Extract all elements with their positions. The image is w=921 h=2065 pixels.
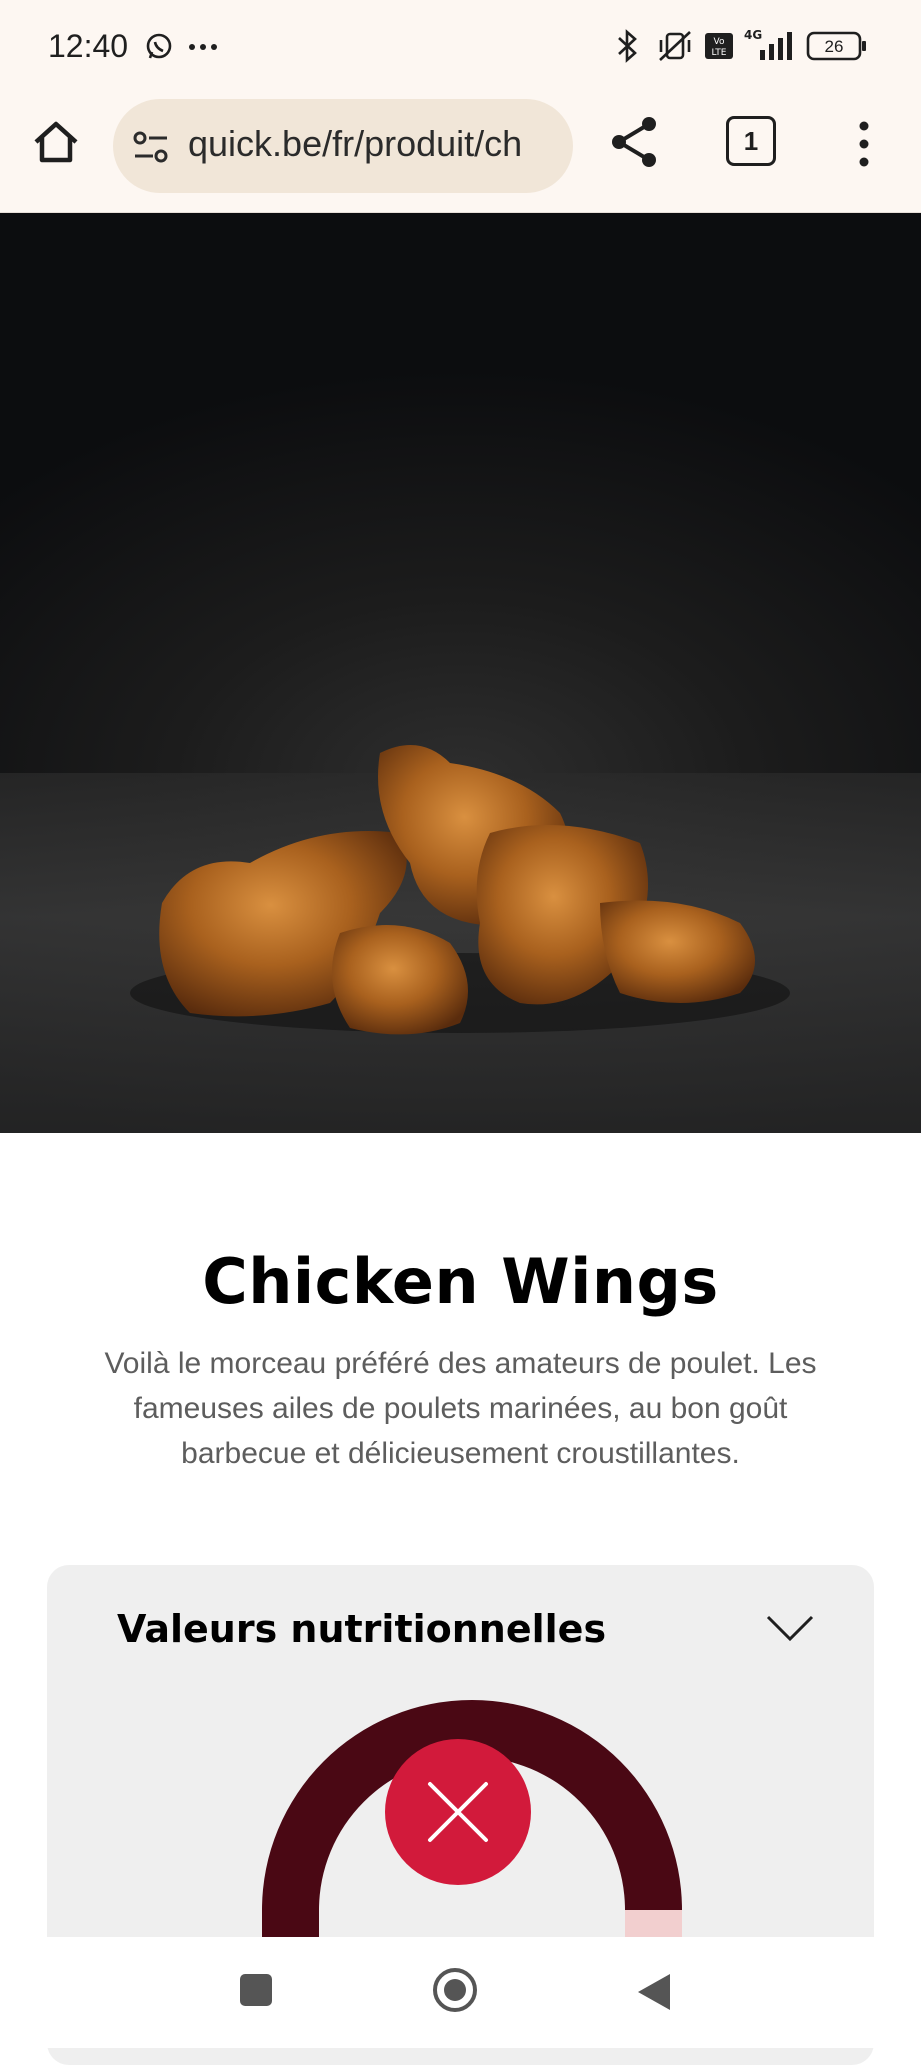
chicken-wings-illustration (130, 745, 790, 1035)
site-settings-icon[interactable] (131, 127, 171, 167)
chevron-down-icon[interactable] (765, 1613, 815, 1643)
signal-icon: 4G (744, 28, 792, 60)
url-text: quick.be/fr/produit/ch (188, 123, 523, 164)
status-time: 12:40 (48, 28, 129, 64)
navigation-bar (0, 1937, 921, 2048)
more-dots-icon (189, 44, 217, 50)
svg-text:LTE: LTE (712, 48, 727, 58)
share-icon[interactable] (605, 112, 665, 172)
menu-icon[interactable] (844, 114, 884, 174)
tab-count: 1 (726, 116, 776, 166)
svg-text:Vo: Vo (714, 37, 725, 47)
address-bar[interactable]: quick.be/fr/produit/ch (113, 99, 573, 193)
volte-icon: Vo LTE (705, 33, 733, 59)
close-icon (428, 1782, 488, 1842)
battery-level: 26 (825, 37, 844, 56)
close-button[interactable] (385, 1739, 531, 1885)
nutrition-title[interactable]: Valeurs nutritionnelles (117, 1607, 606, 1651)
tabs-icon[interactable]: 1 (726, 116, 776, 166)
vibrate-off-icon (659, 31, 691, 61)
status-bar: 12:40 Vo LTE 4G 26 (0, 0, 921, 92)
whatsapp-icon (146, 33, 172, 59)
product-image (0, 213, 921, 1133)
product-title: Chicken Wings (202, 1245, 719, 1318)
home-icon[interactable] (28, 114, 84, 170)
product-description: Voilà le morceau préféré des amateurs de… (104, 1347, 817, 1470)
home-circle-icon[interactable] (431, 1966, 479, 2014)
browser-toolbar: quick.be/fr/produit/ch 1 (0, 92, 921, 213)
bluetooth-icon (618, 29, 637, 63)
network-label: 4G (744, 28, 762, 42)
back-icon[interactable] (636, 1972, 672, 2012)
recents-icon[interactable] (238, 1972, 274, 2008)
battery-icon: 26 (806, 31, 866, 61)
